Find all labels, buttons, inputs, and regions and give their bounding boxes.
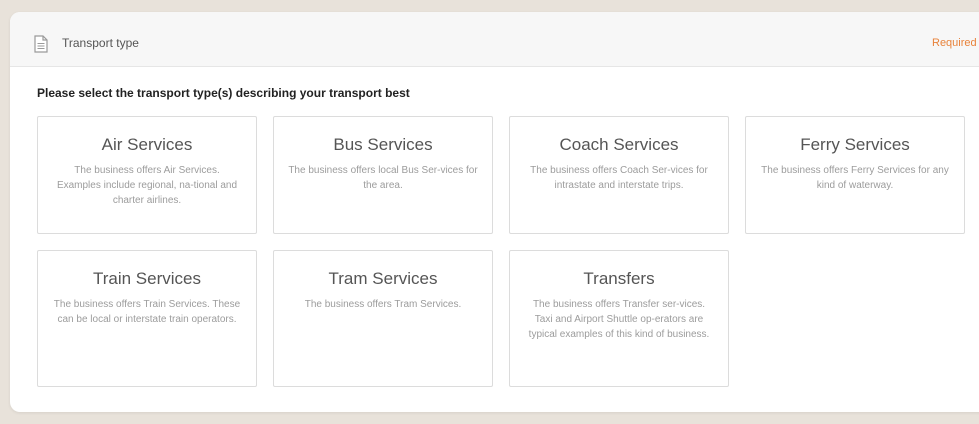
section-title: Transport type — [62, 36, 139, 50]
option-tram-services[interactable]: Tram Services The business offers Tram S… — [273, 250, 493, 387]
card-header: Transport type Required — [10, 12, 979, 67]
option-description: The business offers Train Services. Thes… — [53, 299, 241, 325]
option-title: Bus Services — [333, 135, 433, 154]
option-description: The business offers local Bus Ser-vices … — [288, 165, 478, 191]
option-bus-services[interactable]: Bus Services The business offers local B… — [273, 116, 493, 234]
option-description: The business offers Air Services. Exampl… — [56, 165, 238, 206]
option-description: The business offers Tram Services. — [304, 299, 462, 310]
option-title: Coach Services — [559, 135, 679, 154]
option-description: The business offers Ferry Services for a… — [761, 165, 949, 191]
option-air-services[interactable]: Air Services The business offers Air Ser… — [37, 116, 257, 234]
option-title: Tram Services — [328, 269, 438, 288]
option-description: The business offers Coach Ser-vices for … — [530, 165, 708, 191]
option-title: Train Services — [92, 269, 201, 288]
option-transfers[interactable]: Transfers The business offers Transfer s… — [509, 250, 729, 387]
option-coach-services[interactable]: Coach Services The business offers Coach… — [509, 116, 729, 234]
required-label: Required — [932, 37, 977, 49]
option-ferry-services[interactable]: Ferry Services The business offers Ferry… — [745, 116, 965, 234]
option-description: The business offers Transfer ser-vices. … — [528, 299, 710, 340]
option-title: Transfers — [583, 269, 655, 288]
selection-prompt: Please select the transport type(s) desc… — [37, 86, 410, 100]
option-title: Ferry Services — [800, 135, 910, 154]
document-icon — [34, 35, 48, 53]
transport-type-card: Transport type Required Please select th… — [10, 12, 979, 412]
option-train-services[interactable]: Train Services The business offers Train… — [37, 250, 257, 387]
option-title: Air Services — [101, 135, 193, 154]
